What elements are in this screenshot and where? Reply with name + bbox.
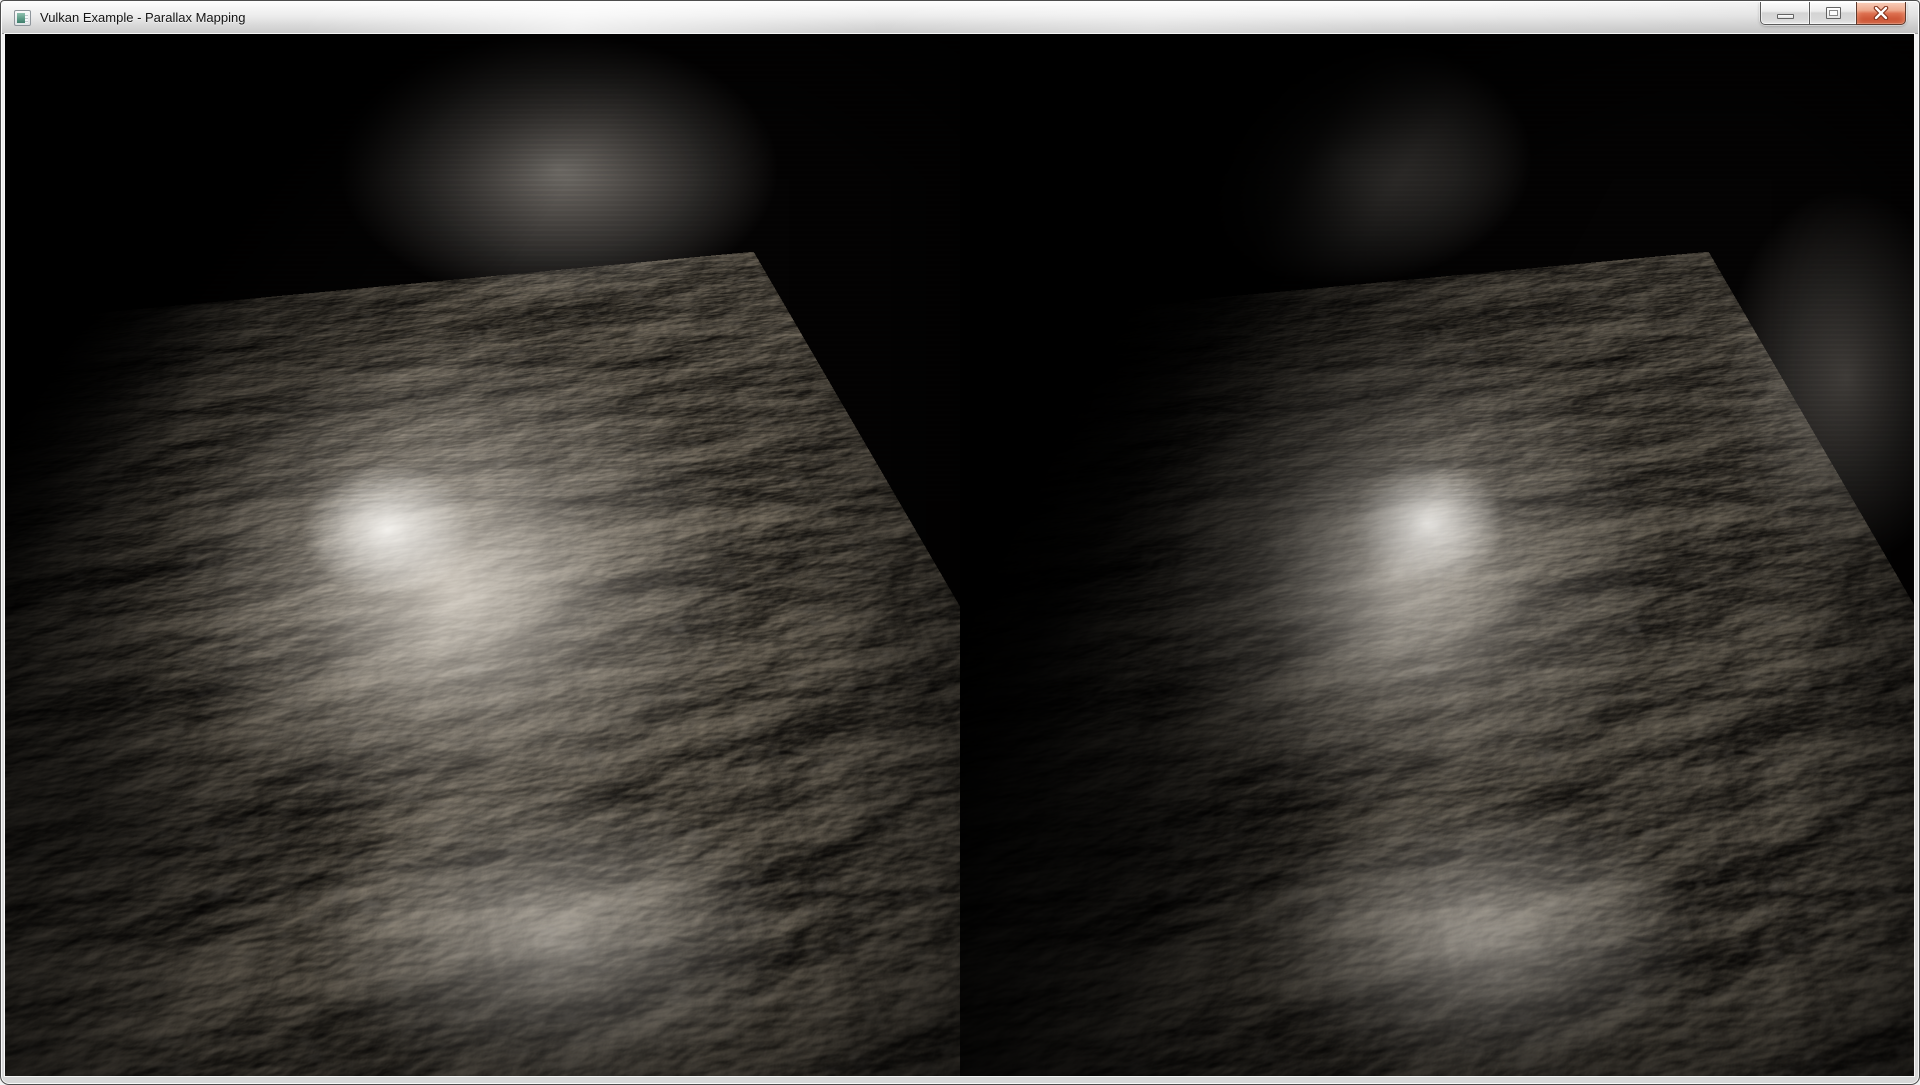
window-title: Vulkan Example - Parallax Mapping — [40, 2, 245, 34]
upper-light — [1150, 34, 1532, 284]
application-window-icon — [14, 10, 31, 26]
app-icon-pane — [17, 13, 25, 23]
app-icon-list — [25, 13, 28, 23]
rock-texture — [5, 252, 960, 1076]
parallax-render-right — [960, 34, 1915, 1076]
close-x-icon — [1873, 6, 1889, 20]
rock-texture — [960, 252, 1915, 1076]
application-window: Vulkan Example - Parallax Mapping — [0, 0, 1920, 1085]
render-viewport[interactable] — [5, 34, 1914, 1076]
maximize-square-icon — [1826, 7, 1841, 19]
rock-plane — [5, 252, 960, 1076]
close-button[interactable] — [1856, 2, 1906, 25]
window-controls — [1760, 2, 1906, 25]
minimize-button[interactable] — [1760, 2, 1810, 25]
title-bar[interactable]: Vulkan Example - Parallax Mapping — [2, 2, 1918, 34]
minimize-dash-icon — [1777, 14, 1794, 19]
parallax-render-left — [5, 34, 960, 1076]
rock-plane — [960, 252, 1915, 1076]
maximize-button[interactable] — [1809, 2, 1857, 25]
